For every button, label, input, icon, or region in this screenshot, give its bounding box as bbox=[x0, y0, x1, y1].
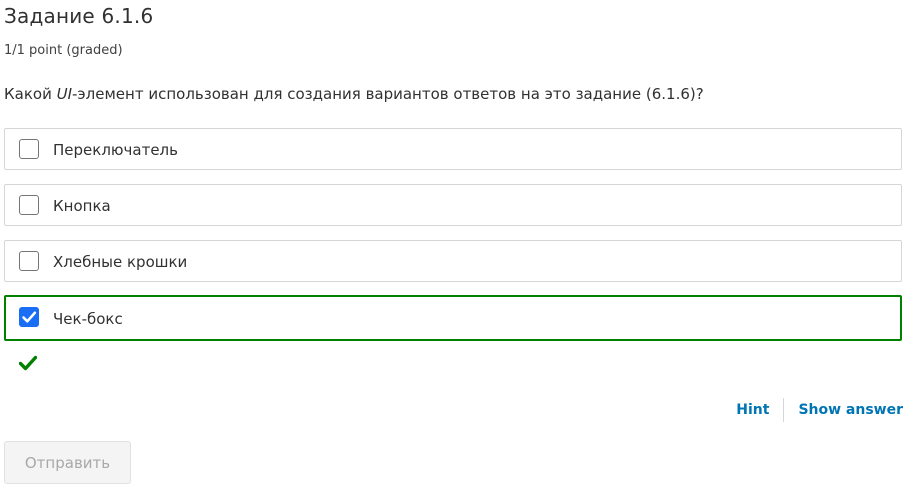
checkbox-unchecked[interactable] bbox=[19, 251, 39, 271]
show-answer-button[interactable]: Show answer bbox=[798, 400, 903, 420]
checkbox-unchecked[interactable] bbox=[19, 139, 39, 159]
problem-page: Задание 6.1.6 1/1 point (graded) Какой U… bbox=[0, 0, 914, 496]
check-mark-icon bbox=[19, 355, 37, 371]
answer-option-4[interactable]: Чек-бокс bbox=[4, 295, 902, 341]
question-text-before: Какой bbox=[4, 85, 57, 103]
checkbox-check-icon bbox=[22, 311, 37, 323]
problem-actions: Hint Show answer bbox=[736, 398, 903, 422]
answer-option-label: Чек-бокс bbox=[53, 310, 123, 328]
answer-option-label: Хлебные крошки bbox=[53, 253, 188, 271]
question-text-emphasis: UI bbox=[56, 85, 73, 103]
answer-option-3[interactable]: Хлебные крошки bbox=[4, 240, 902, 282]
answer-option-2[interactable]: Кнопка bbox=[4, 184, 902, 226]
answer-option-label: Кнопка bbox=[53, 197, 111, 215]
problem-score: 1/1 point (graded) bbox=[4, 43, 123, 58]
question-text: Какой UI-элемент использован для создани… bbox=[4, 84, 704, 104]
question-text-after: -элемент использован для создания вариан… bbox=[72, 85, 704, 103]
checkbox-unchecked[interactable] bbox=[19, 195, 39, 215]
problem-title: Задание 6.1.6 bbox=[4, 4, 154, 28]
answer-option-1[interactable]: Переключатель bbox=[4, 128, 902, 170]
checkbox-checked[interactable] bbox=[19, 307, 39, 327]
answer-option-label: Переключатель bbox=[53, 141, 178, 159]
hint-button[interactable]: Hint bbox=[736, 400, 769, 420]
actions-divider bbox=[783, 398, 785, 422]
submit-button[interactable]: Отправить bbox=[4, 441, 131, 484]
